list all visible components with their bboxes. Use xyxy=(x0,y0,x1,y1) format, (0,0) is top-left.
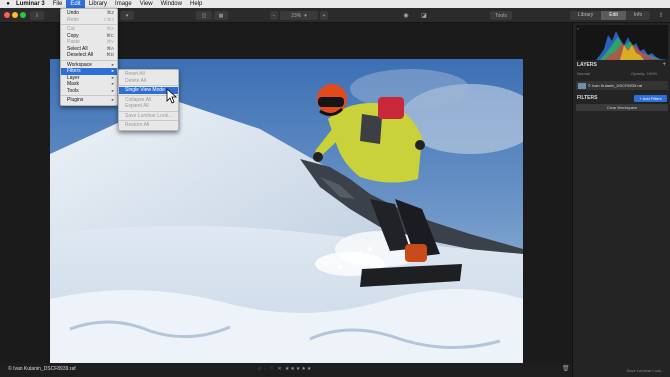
plus-icon: + xyxy=(322,12,326,19)
share-button[interactable]: ⇧ xyxy=(656,11,666,20)
grid-icon: ▦ xyxy=(218,12,224,19)
menu-separator xyxy=(61,59,117,61)
histogram xyxy=(576,25,668,60)
layer-thumbnail xyxy=(578,82,586,89)
menu-image[interactable]: Image xyxy=(111,0,136,8)
menu-item-label: Save Luminar Look... xyxy=(125,112,173,119)
luminar-window: ● Luminar 3 File Edit Library Image View… xyxy=(0,0,670,377)
menu-item-label: Deselect All xyxy=(67,52,94,58)
share-icon: ⇧ xyxy=(658,13,664,19)
close-window-button[interactable] xyxy=(4,12,10,18)
menu-separator xyxy=(119,110,178,112)
menu-shortcut: ⇧⌘Z xyxy=(102,16,114,22)
tab-library[interactable]: Library xyxy=(570,11,602,20)
menu-edit[interactable]: Edit xyxy=(66,0,85,8)
menu-shortcut: ⌘D xyxy=(106,52,114,57)
minus-icon: − xyxy=(272,12,276,19)
clear-workspace-button[interactable]: Clear Workspace xyxy=(576,104,668,111)
menu-help[interactable]: Help xyxy=(186,0,206,8)
menu-view[interactable]: View xyxy=(136,0,157,8)
menu-separator xyxy=(119,85,178,86)
chevron-down-icon: ▾ xyxy=(304,12,307,19)
before-after-button[interactable]: ◪ xyxy=(418,11,430,20)
layer-label: © Ivan Kutanin_DSCF8939.raf xyxy=(588,83,643,88)
menubar: ● Luminar 3 File Edit Library Image View… xyxy=(0,0,670,8)
layout-toggle-button[interactable]: ◫ xyxy=(196,11,212,20)
menu-item-label: Reset All xyxy=(125,71,145,77)
add-layer-icon[interactable]: + xyxy=(662,62,666,68)
add-images-button[interactable]: ⇩ xyxy=(30,11,44,20)
tools-label: Tools xyxy=(495,12,507,19)
mode-switcher: Library Edit Info xyxy=(570,11,651,20)
filters-section-title[interactable]: FILTERS xyxy=(577,95,597,101)
menu-item-label: Mask xyxy=(67,81,79,87)
compare-button[interactable]: ▦ xyxy=(214,11,228,20)
filters-menu-item-delete-all[interactable]: Delete All xyxy=(119,78,178,85)
menu-file[interactable]: File xyxy=(49,0,67,8)
edit-menu-item-tools[interactable]: Tools ▸ xyxy=(61,88,117,95)
sidebar-icon: ◫ xyxy=(201,12,207,19)
edit-menu-item-plugins[interactable]: Plugins ▸ xyxy=(61,97,117,104)
menu-item-label: Copy xyxy=(67,32,79,39)
menu-item-label: Select All xyxy=(67,45,88,52)
chevron-down-icon: ▾ xyxy=(125,12,129,19)
menu-item-label: Single View Mode xyxy=(125,87,165,93)
menu-window[interactable]: Window xyxy=(157,0,186,8)
zoom-out-button[interactable]: − xyxy=(270,11,278,20)
menu-item-label: Expand All xyxy=(125,103,149,109)
menu-item-label: Undo xyxy=(67,10,79,16)
side-panel: ◐ LAYERS + Normal Opacity: 100% © Ivan K… xyxy=(572,23,670,377)
menu-item-label: Collapse All xyxy=(125,96,152,103)
menu-item-label: Layer xyxy=(67,74,80,81)
layers-section-title[interactable]: LAYERS xyxy=(577,62,597,68)
submenu-arrow-icon: ▸ xyxy=(111,97,114,102)
mouse-cursor xyxy=(166,88,178,104)
tab-info[interactable]: Info xyxy=(625,11,651,20)
zoom-window-button[interactable] xyxy=(20,12,26,18)
menu-item-label: Paste xyxy=(67,39,80,45)
save-look-button[interactable]: Save Luminar Look... xyxy=(623,366,668,374)
minimize-window-button[interactable] xyxy=(12,12,18,18)
menu-item-label: Plugins xyxy=(67,97,84,103)
menu-app-name[interactable]: Luminar 3 xyxy=(12,0,49,8)
menu-item-label: Cut xyxy=(67,26,75,32)
submenu-arrow-icon: ▸ xyxy=(111,87,114,93)
zoom-level-dropdown[interactable]: 23% ▾ xyxy=(280,11,318,20)
menu-item-label: Delete All xyxy=(125,77,147,84)
menu-item-label: Filters xyxy=(67,68,81,74)
menu-separator xyxy=(61,24,117,25)
preview-eye-button[interactable]: ◉ xyxy=(400,11,412,20)
tools-dropdown[interactable]: Tools xyxy=(490,11,512,20)
menu-item-label: Workspace xyxy=(67,61,92,68)
layer-opacity[interactable]: Opacity: 100% xyxy=(631,71,657,76)
menu-library[interactable]: Library xyxy=(85,0,111,8)
looks-dropdown-button[interactable]: ▾ xyxy=(120,11,134,20)
status-bar: © Ivan Kutanin_DSCF8939.raf ○ · ♡ ✕ ★★★★… xyxy=(0,363,572,377)
menu-item-label: Redo xyxy=(67,16,79,23)
edit-menu-item-deselect-all[interactable]: Deselect All ⌘D xyxy=(61,52,117,59)
layer-row[interactable]: © Ivan Kutanin_DSCF8939.raf xyxy=(576,81,668,90)
zoom-in-button[interactable]: + xyxy=(320,11,328,20)
menu-separator xyxy=(119,120,178,121)
rating-controls[interactable]: ○ · ♡ ✕ ★★★★★ xyxy=(258,366,312,372)
blend-mode-select[interactable]: Normal xyxy=(577,71,590,76)
edit-menu-item-redo[interactable]: Redo ⇧⌘Z xyxy=(61,17,117,24)
tab-edit[interactable]: Edit xyxy=(601,11,626,20)
download-icon: ⇩ xyxy=(34,12,40,19)
menu-item-label: Restore All xyxy=(125,122,150,128)
eye-icon: ◉ xyxy=(403,13,409,19)
split-view-icon: ◪ xyxy=(421,13,427,19)
menu-item-label: Tools xyxy=(67,87,79,94)
apple-icon[interactable]: ● xyxy=(4,1,12,7)
edit-menu: Undo ⌘Z Redo ⇧⌘Z Cut ⌘X Copy ⌘C Paste ⌘V Select Al… xyxy=(60,8,118,106)
image-filename: © Ivan Kutanin_DSCF8939.raf xyxy=(8,366,76,372)
trash-icon[interactable]: 🗑 xyxy=(562,365,570,372)
filters-menu-item-restore-all[interactable]: Restore All xyxy=(119,122,178,129)
histogram-toggle-icon[interactable]: ◐ xyxy=(577,26,579,31)
menu-separator xyxy=(61,95,117,96)
zoom-level: 23% xyxy=(291,12,302,19)
add-filters-button[interactable]: + Add Filters xyxy=(634,95,667,102)
filters-menu-item-save-luminar-look[interactable]: Save Luminar Look... xyxy=(119,113,178,120)
